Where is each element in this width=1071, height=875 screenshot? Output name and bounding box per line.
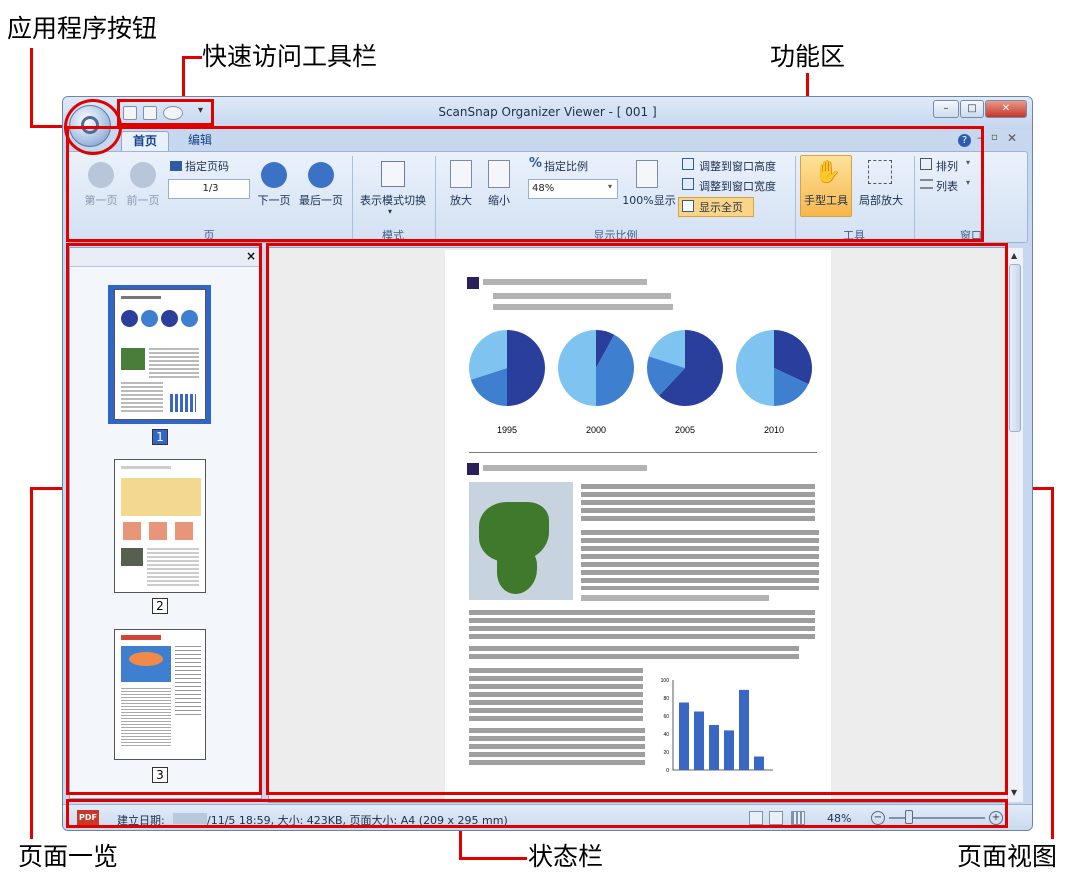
scroll-down-arrow[interactable]: ▼ bbox=[1011, 788, 1017, 797]
highlight-ribbon bbox=[66, 126, 984, 242]
maximize-button[interactable]: □ bbox=[960, 100, 984, 118]
scroll-thumb[interactable] bbox=[1009, 264, 1021, 432]
callout-page-list: 页面一览 bbox=[18, 842, 119, 871]
leader-app-1 bbox=[30, 48, 33, 128]
highlight-quick-access bbox=[117, 99, 214, 126]
callout-quick-access: 快速访问工具栏 bbox=[202, 42, 378, 71]
doc-restore-icon[interactable]: ▫ bbox=[991, 132, 998, 143]
leader-status-1 bbox=[459, 826, 462, 860]
leader-view-2 bbox=[1051, 487, 1054, 839]
callout-status-bar: 状态栏 bbox=[528, 842, 604, 871]
highlight-page-view bbox=[266, 243, 1008, 795]
doc-close-icon[interactable]: ✕ bbox=[1007, 131, 1017, 145]
callout-page-view: 页面视图 bbox=[957, 842, 1058, 871]
scroll-up-arrow[interactable]: ▲ bbox=[1011, 251, 1017, 260]
leader-qat-2 bbox=[182, 56, 185, 100]
highlight-status-bar bbox=[66, 799, 1008, 828]
highlight-page-list bbox=[66, 243, 262, 795]
leader-status-2 bbox=[459, 857, 527, 860]
close-button[interactable]: ✕ bbox=[985, 100, 1027, 118]
leader-list-2 bbox=[30, 487, 33, 839]
callout-app-button: 应用程序按钮 bbox=[7, 14, 158, 43]
leader-qat-1 bbox=[182, 56, 202, 59]
minimize-button[interactable]: – bbox=[933, 100, 959, 118]
callout-ribbon: 功能区 bbox=[770, 42, 846, 71]
